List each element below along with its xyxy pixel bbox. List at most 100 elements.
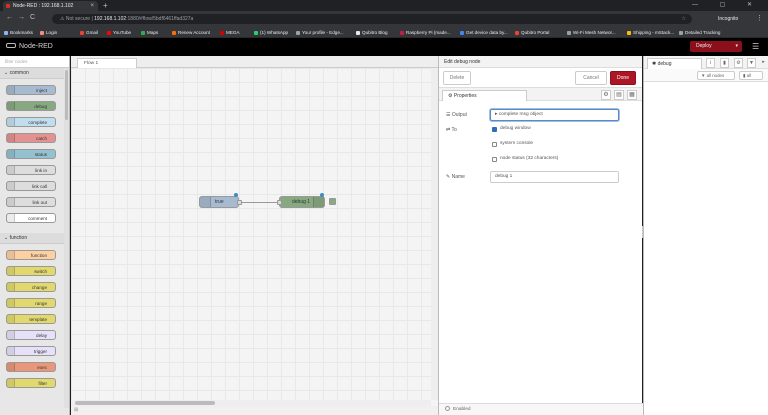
palette-node[interactable]: range — [6, 298, 56, 308]
edit-tray: Edit debug node Delete Cancel Done ⚙ Pro… — [438, 56, 645, 415]
window-controls[interactable]: — ▢ ✕ — [692, 0, 762, 11]
bookmark-item[interactable]: Login — [40, 27, 57, 38]
bookmark-item[interactable]: Your profile - Edge... — [296, 27, 344, 38]
palette-node[interactable]: function — [6, 250, 56, 260]
palette-node[interactable]: status — [6, 149, 56, 159]
workspace: Flow 1 true debug 1 ⊞ — [71, 56, 438, 415]
bookmark-item[interactable]: Renew Account — [172, 27, 210, 38]
main-menu-icon[interactable]: ☰ — [752, 41, 759, 52]
palette-scrollbar[interactable] — [64, 68, 69, 408]
cancel-button[interactable]: Cancel — [575, 71, 607, 85]
info-tab-icon[interactable]: i — [706, 58, 715, 68]
output-select[interactable]: ▸ complete msg object — [490, 109, 619, 121]
workspace-scroll-thumb[interactable] — [75, 401, 215, 405]
incognito-label[interactable]: Incognito — [718, 14, 738, 24]
palette-category-header[interactable]: ⌄ common — [0, 68, 69, 79]
palette-node[interactable]: delay — [6, 330, 56, 340]
browser-tab[interactable]: Node-RED : 192.168.1.102 × — [3, 1, 98, 11]
debug-filter-select[interactable]: ▼ all nodes — [697, 71, 735, 80]
bookmark-favicon-icon — [400, 30, 404, 35]
bookmark-item[interactable]: YouTube — [107, 27, 131, 38]
bookmark-item[interactable]: (1) WhatsApp — [254, 27, 288, 38]
forward-icon[interactable]: → — [18, 14, 25, 21]
bookmark-item[interactable]: Gmail — [80, 27, 98, 38]
palette-node[interactable]: filter — [6, 378, 56, 388]
done-button[interactable]: Done — [610, 71, 636, 85]
palette-node[interactable]: link call — [6, 181, 56, 191]
bookmark-star-icon[interactable]: ☆ — [682, 14, 686, 24]
close-tab-icon[interactable]: × — [90, 1, 94, 11]
palette-node[interactable]: inject — [6, 85, 56, 95]
enabled-toggle-icon[interactable] — [445, 405, 450, 411]
back-icon[interactable]: ← — [6, 14, 13, 21]
debug-sidebar: ✱ debug i ▮ ⚙ ▼ ▸ ▼ all nodes ▮ all — [643, 56, 768, 415]
bookmark-item[interactable]: Raspberry Pi (made... — [400, 27, 451, 38]
bookmark-item[interactable]: Bookmarks — [4, 27, 33, 38]
context-tab-icon[interactable]: ▼ — [747, 58, 756, 68]
tab-debug[interactable]: ✱ debug — [647, 58, 702, 69]
flow-canvas[interactable]: true debug 1 — [71, 68, 431, 400]
palette-node[interactable]: link in — [6, 165, 56, 175]
palette-node[interactable]: trigger — [6, 346, 56, 356]
bookmark-item[interactable]: Maps — [141, 27, 158, 38]
bookmark-item[interactable]: Get device data by... — [460, 27, 508, 38]
debug-clear-select[interactable]: ▮ all — [739, 71, 763, 80]
palette-node[interactable]: debug — [6, 101, 56, 111]
delete-button[interactable]: Delete — [443, 71, 471, 85]
help-tab-icon[interactable]: ▮ — [720, 58, 729, 68]
deploy-dropdown-icon[interactable]: ▾ — [735, 41, 738, 52]
palette-node-label: status — [34, 152, 47, 157]
flow-wire[interactable] — [242, 202, 278, 203]
description-tab-icon[interactable]: ▤ — [614, 90, 624, 100]
palette-node-label: debug — [34, 104, 47, 109]
settings-tab-icon[interactable]: ⚙ — [601, 90, 611, 100]
config-tab-icon[interactable]: ⚙ — [734, 58, 743, 68]
system-console-checkbox[interactable] — [492, 142, 497, 147]
palette-node[interactable]: exec — [6, 362, 56, 372]
palette-node[interactable]: template — [6, 314, 56, 324]
palette-node[interactable]: switch — [6, 266, 56, 276]
bookmark-item[interactable]: Qubitro Blog — [356, 27, 388, 38]
palette-node-label: catch — [36, 136, 47, 141]
bookmark-item[interactable]: Wi-Fi Mesh Networ... — [567, 27, 616, 38]
palette-category-header[interactable]: ⌄ function — [0, 233, 69, 244]
palette-node[interactable]: complete — [6, 117, 56, 127]
debug-node[interactable]: debug 1 — [277, 196, 325, 208]
sidebar-more-icon[interactable]: ▸ — [759, 58, 768, 68]
palette-scroll-thumb[interactable] — [65, 70, 68, 120]
palette-filter-input[interactable]: filter nodes — [0, 56, 69, 68]
name-input[interactable]: debug 1 — [490, 171, 619, 183]
palette-node-icon — [7, 214, 15, 222]
palette-node-label: exec — [37, 365, 47, 370]
debug-window-checkbox[interactable] — [492, 127, 497, 132]
bookmark-favicon-icon — [567, 30, 571, 35]
address-bar[interactable]: ⚠ Not secure | 192.168.1.102:1880/#flow/… — [52, 14, 692, 24]
browser-menu-icon[interactable]: ⋮ — [756, 14, 763, 24]
node-status-checkbox[interactable] — [492, 157, 497, 162]
debug-filter-label: all nodes — [706, 73, 725, 78]
bookmark-item[interactable]: MEGA — [220, 27, 240, 38]
debug-toggle-button[interactable] — [329, 198, 336, 205]
bookmarks-bar: Bookmarks Login Gmail YouTube Maps Renew Acco… — [0, 27, 768, 38]
bookmark-item[interactable]: Detailed Tracking — [679, 27, 721, 38]
tab-properties[interactable]: ⚙ Properties — [442, 90, 527, 101]
flow-tab[interactable]: Flow 1 — [77, 58, 137, 68]
reload-icon[interactable]: C — [30, 14, 35, 21]
palette-node[interactable]: link out — [6, 197, 56, 207]
palette-node-label: link call — [31, 184, 47, 189]
workspace-vertical-scrollbar[interactable] — [431, 68, 438, 400]
new-tab-icon[interactable]: + — [103, 0, 108, 11]
palette-node[interactable]: change — [6, 282, 56, 292]
palette-node-label: link out — [32, 200, 47, 205]
bookmark-item[interactable]: Qubitro Portal — [515, 27, 549, 38]
appearance-tab-icon[interactable]: ▦ — [627, 90, 637, 100]
navigator-icon[interactable]: ⊞ — [74, 407, 78, 413]
palette-node[interactable]: comment — [6, 213, 56, 223]
deploy-button[interactable]: Deploy ▾ — [690, 41, 742, 52]
bookmark-item[interactable]: Shipping - mStack... — [627, 27, 674, 38]
palette-node[interactable]: catch — [6, 133, 56, 143]
inject-node[interactable]: true — [199, 196, 242, 208]
bookmark-favicon-icon — [515, 30, 519, 35]
palette-node-icon — [7, 299, 15, 307]
debug-input-port[interactable] — [277, 200, 282, 205]
